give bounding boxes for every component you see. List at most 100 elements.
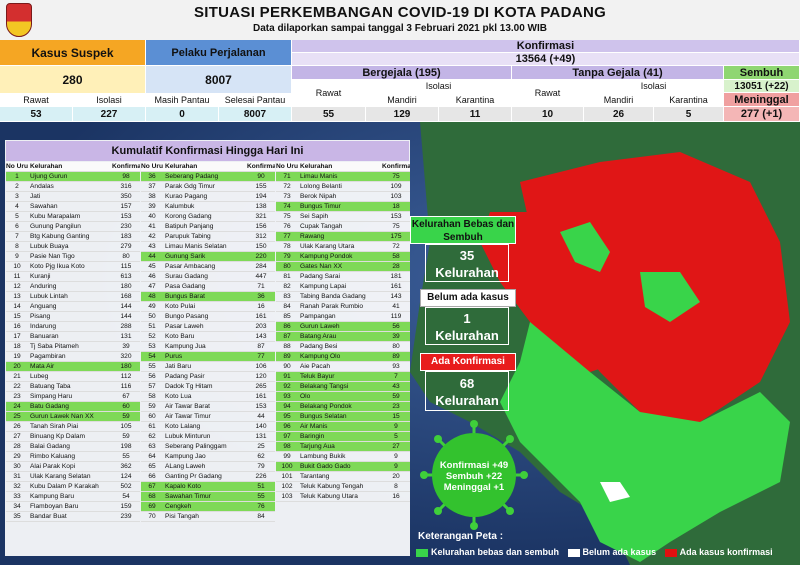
row-kelurahan: Bandar Buat xyxy=(30,513,67,520)
row-kelurahan: Flamboyan Baru xyxy=(30,503,79,510)
row-number: 75 xyxy=(283,213,291,220)
table-row: 73 Berok Nipah 103 xyxy=(276,192,410,202)
row-kelurahan: Olo xyxy=(298,392,382,401)
bebas-box: 35 Kelurahan xyxy=(425,244,509,282)
row-kelurahan: Air Tawar Timur xyxy=(165,413,211,420)
suspek-value: 280 xyxy=(0,66,146,94)
header-no: No Urut xyxy=(6,163,28,170)
row-konfirmasi: 140 xyxy=(255,423,267,430)
table-row: 22 Batuang Taba 116 xyxy=(6,382,140,392)
row-konfirmasi: 16 xyxy=(257,303,265,310)
row-konfirmasi: 76 xyxy=(247,502,275,511)
row-konfirmasi: 144 xyxy=(120,313,132,320)
row-kelurahan: Pisang xyxy=(30,313,51,320)
row-kelurahan: Pisi Tangah xyxy=(165,513,199,520)
pp-label: Pelaku Perjalanan xyxy=(146,40,292,66)
row-kelurahan: Lubuk Minturun xyxy=(165,433,211,440)
row-number: 86 xyxy=(276,322,298,331)
table-row: 58 Koto Lua 161 xyxy=(141,392,275,402)
row-number: 79 xyxy=(276,252,298,261)
row-number: 91 xyxy=(276,372,298,381)
row-konfirmasi: 84 xyxy=(257,513,265,520)
row-number: 96 xyxy=(276,422,298,431)
row-konfirmasi: 180 xyxy=(112,362,140,371)
row-number: 52 xyxy=(148,333,156,340)
tanpa-karantina-value: 5 xyxy=(654,107,724,122)
row-number: 32 xyxy=(13,483,21,490)
pp-selesai-value: 8007 xyxy=(219,107,292,122)
row-number: 71 xyxy=(276,172,298,181)
row-konfirmasi: 447 xyxy=(255,273,267,280)
table-row: 25 Gurun Lawek Nan XX 59 xyxy=(6,412,140,422)
row-konfirmasi: 59 xyxy=(382,392,410,401)
table-row: 1 Ujung Gurun 98 xyxy=(6,172,140,182)
row-konfirmasi: 51 xyxy=(247,482,275,491)
table-row: 67 Kapalo Koto 51 xyxy=(141,482,275,492)
sembuh-label: Sembuh xyxy=(724,66,800,80)
table-row: 57 Dadok Tg Hitam 265 xyxy=(141,382,275,392)
row-konfirmasi: 93 xyxy=(392,363,400,370)
pp-pantau-value: 0 xyxy=(146,107,219,122)
tanpa-isolasi-label: Isolasi xyxy=(584,80,724,93)
row-kelurahan: Kuranji xyxy=(30,273,51,280)
row-number: 97 xyxy=(276,432,298,441)
table-row: 82 Kampung Lapai 161 xyxy=(276,282,410,292)
header: SITUASI PERKEMBANGAN COVID-19 DI KOTA PA… xyxy=(0,0,800,40)
table-row: 33 Kampung Baru 54 xyxy=(6,492,140,502)
row-number: 34 xyxy=(13,503,21,510)
row-number: 4 xyxy=(15,203,19,210)
pp-value: 8007 xyxy=(146,66,292,94)
row-konfirmasi: 321 xyxy=(255,213,267,220)
bergejala-karantina-value: 11 xyxy=(439,107,512,122)
row-konfirmasi: 161 xyxy=(390,283,402,290)
table-row: 66 Ganting Pr Gadang 226 xyxy=(141,472,275,482)
row-number: 33 xyxy=(13,493,21,500)
row-number: 14 xyxy=(13,303,21,310)
row-konfirmasi: 143 xyxy=(390,293,402,300)
table-row: 91 Teluk Bayur 7 xyxy=(276,372,410,382)
row-konfirmasi: 194 xyxy=(255,193,267,200)
row-konfirmasi: 116 xyxy=(120,383,132,390)
row-number: 44 xyxy=(141,252,163,261)
ada-count: 68 xyxy=(459,376,475,391)
row-number: 30 xyxy=(13,463,21,470)
legend-green-swatch xyxy=(416,548,428,557)
row-kelurahan: Pampangan xyxy=(300,313,336,320)
table-row: 45 Pasar Ambacang 284 xyxy=(141,262,275,272)
row-number: 100 xyxy=(276,462,298,471)
table-row: 2 Andalas 316 xyxy=(6,182,140,192)
row-number: 23 xyxy=(13,393,21,400)
suspek-isolasi-label: Isolasi xyxy=(73,94,146,107)
table-row: 89 Kampung Olo 89 xyxy=(276,352,410,362)
row-konfirmasi: 39 xyxy=(122,343,130,350)
table-row: 20 Mata Air 180 xyxy=(6,362,140,372)
belum-unit: Kelurahan xyxy=(435,328,499,343)
row-kelurahan: Dadok Tg Hitam xyxy=(165,383,213,390)
row-kelurahan: Gunung Sarik xyxy=(163,252,247,261)
row-number: 53 xyxy=(148,343,156,350)
ada-title: Ada Konfirmasi xyxy=(420,353,516,371)
row-kelurahan: Tanah Sirah Piai xyxy=(30,423,79,430)
row-number: 65 xyxy=(148,463,156,470)
table-row: 59 Air Tawar Barat 153 xyxy=(141,402,275,412)
row-konfirmasi: 43 xyxy=(382,382,410,391)
row-number: 83 xyxy=(283,293,291,300)
table-row: 8 Lubuk Buaya 279 xyxy=(6,242,140,252)
row-konfirmasi: 9 xyxy=(382,462,410,471)
row-konfirmasi: 9 xyxy=(382,422,410,431)
table-row: 34 Flamboyan Baru 159 xyxy=(6,502,140,512)
table-row: 94 Belakang Pondok 23 xyxy=(276,402,410,412)
table-column-3: No UrutKelurahanKonfirmasi71Limau Manis7… xyxy=(276,162,410,502)
row-kelurahan: Mata Air xyxy=(28,362,112,371)
row-number: 42 xyxy=(148,233,156,240)
row-number: 36 xyxy=(141,172,163,181)
table-row: 102 Teluk Kabung Tengah 8 xyxy=(276,482,410,492)
row-konfirmasi: 15 xyxy=(382,412,410,421)
row-number: 81 xyxy=(283,273,291,280)
row-number: 84 xyxy=(283,303,291,310)
table-column-1: No UrutKelurahanKonfirmasi1Ujung Gurun98… xyxy=(6,162,140,522)
row-kelurahan: Indarung xyxy=(30,323,57,330)
header-kelurahan: Kelurahan xyxy=(30,163,63,170)
row-number: 6 xyxy=(15,223,19,230)
row-kelurahan: Lubuk Buaya xyxy=(30,243,69,250)
